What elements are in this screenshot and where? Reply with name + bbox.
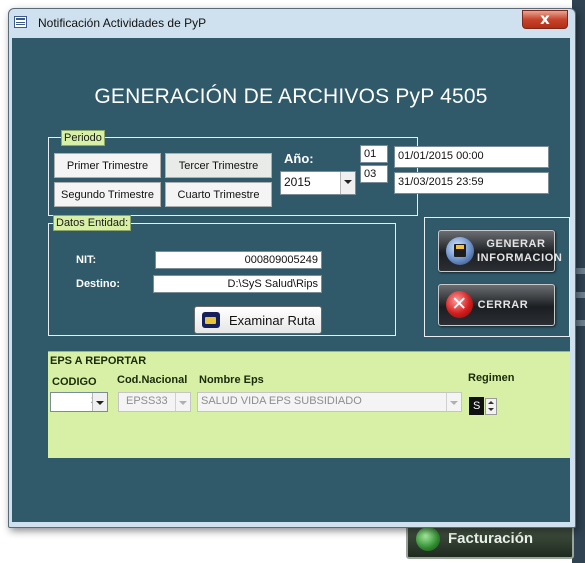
destino-label: Destino: bbox=[76, 278, 120, 290]
regimen-field[interactable]: S bbox=[469, 397, 484, 415]
tercer-trimestre-label: Tercer Trimestre bbox=[178, 160, 259, 172]
periodo-legend: Periodo bbox=[61, 130, 105, 146]
window-title: Notificación Actividades de PyP bbox=[38, 16, 207, 30]
primer-trimestre-label: Primer Trimestre bbox=[66, 160, 149, 172]
window-close-button[interactable]: x bbox=[522, 10, 568, 29]
nombre-eps-value: SALUD VIDA EPS SUBSIDIADO bbox=[201, 395, 362, 407]
destino-field[interactable]: D:\SyS Salud\Rips bbox=[153, 275, 322, 293]
anio-label: Año: bbox=[284, 151, 314, 166]
chevron-down-icon[interactable] bbox=[340, 172, 355, 194]
cod-nacional-select: EPSS33 bbox=[118, 392, 191, 412]
facturacion-label: Facturación bbox=[448, 530, 534, 547]
close-circle-icon: ✕ bbox=[446, 291, 473, 318]
cerrar-label: CERRAR bbox=[477, 299, 529, 311]
mes-inicio-field[interactable]: 01 bbox=[360, 145, 388, 163]
primer-trimestre-button[interactable]: Primer Trimestre bbox=[54, 153, 161, 178]
regimen-spinner[interactable] bbox=[485, 398, 497, 415]
nit-field[interactable]: 000809005249 bbox=[155, 251, 322, 269]
segundo-trimestre-label: Segundo Trimestre bbox=[61, 189, 154, 201]
codigo-header: CODIGO bbox=[52, 376, 97, 388]
close-icon: x bbox=[540, 10, 550, 28]
nit-label: NIT: bbox=[76, 254, 97, 266]
tercer-trimestre-button[interactable]: Tercer Trimestre bbox=[165, 153, 272, 178]
generar-label-line2: INFORMACION bbox=[477, 252, 563, 264]
dialog-window: Notificación Actividades de PyP x GENERA… bbox=[8, 8, 576, 528]
examinar-ruta-button[interactable]: Examinar Ruta bbox=[194, 306, 322, 334]
save-disk-icon bbox=[446, 237, 474, 265]
form-icon bbox=[14, 16, 27, 28]
anio-value: 2015 bbox=[284, 175, 311, 189]
cuarto-trimestre-button[interactable]: Cuarto Trimestre bbox=[165, 182, 272, 207]
generar-label-line1: GENERAR bbox=[486, 238, 546, 250]
title-bar[interactable]: Notificación Actividades de PyP x bbox=[9, 9, 575, 37]
regimen-header: Regimen bbox=[468, 372, 515, 384]
nombre-eps-header: Nombre Eps bbox=[199, 374, 264, 386]
examinar-ruta-label: Examinar Ruta bbox=[229, 313, 315, 328]
anio-select[interactable]: 2015 bbox=[280, 171, 356, 195]
cuarto-trimestre-label: Cuarto Trimestre bbox=[177, 189, 260, 201]
cod-nacional-value: EPSS33 bbox=[126, 395, 168, 407]
nombre-eps-select: SALUD VIDA EPS SUBSIDIADO bbox=[197, 392, 462, 412]
green-gem-icon bbox=[416, 527, 440, 551]
cerrar-button[interactable]: ✕ CERRAR bbox=[438, 284, 555, 326]
page-title: GENERACIÓN DE ARCHIVOS PyP 4505 bbox=[94, 85, 488, 108]
generar-informacion-button[interactable]: GENERAR INFORMACION bbox=[438, 230, 563, 272]
chevron-down-icon bbox=[175, 393, 190, 411]
fecha-inicio-field[interactable]: 01/01/2015 00:00 bbox=[394, 146, 549, 168]
folder-icon bbox=[202, 312, 220, 328]
chevron-down-icon bbox=[446, 393, 461, 411]
form-body: GENERACIÓN DE ARCHIVOS PyP 4505 Periodo … bbox=[12, 38, 570, 522]
chevron-down-icon[interactable] bbox=[92, 393, 107, 411]
eps-title: EPS A REPORTAR bbox=[50, 355, 147, 367]
cod-nacional-header: Cod.Nacional bbox=[117, 374, 188, 386]
datos-entidad-legend: Datos Entidad: bbox=[53, 215, 132, 231]
codigo-select[interactable]: 3 bbox=[50, 392, 108, 412]
mes-fin-field[interactable]: 03 bbox=[360, 165, 388, 183]
segundo-trimestre-button[interactable]: Segundo Trimestre bbox=[54, 182, 161, 207]
fecha-fin-field[interactable]: 31/03/2015 23:59 bbox=[394, 172, 549, 194]
eps-panel: EPS A REPORTAR CODIGO Cod.Nacional Nombr… bbox=[48, 351, 570, 458]
